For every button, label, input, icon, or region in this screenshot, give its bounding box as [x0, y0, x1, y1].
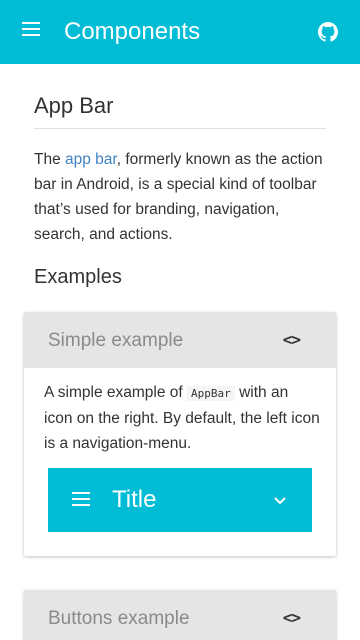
simple-example-card: Simple example <> A simple example of Ap… [24, 312, 336, 556]
app-bar: Components [0, 0, 360, 64]
intro-text-start: The [34, 151, 66, 168]
buttons-example-card: Buttons example <> [24, 590, 336, 640]
code-toggle-icon[interactable]: <> [283, 330, 301, 349]
hamburger-menu-icon[interactable] [72, 492, 92, 510]
intro-paragraph: The app bar, formerly known as the actio… [34, 147, 326, 247]
code-toggle-icon[interactable]: <> [283, 608, 301, 627]
description-text-start: A simple example of [44, 384, 188, 401]
app-bar-link[interactable]: app bar [65, 151, 117, 168]
app-bar-title: Components [64, 18, 201, 45]
demo-app-bar: Title [48, 468, 312, 532]
github-icon[interactable] [318, 22, 338, 42]
chevron-down-icon[interactable] [272, 492, 288, 508]
card-header: Buttons example <> [24, 590, 336, 640]
main-content: App Bar The app bar, formerly known as t… [34, 64, 326, 247]
card-description: A simple example of AppBar with an icon … [44, 380, 320, 456]
card-header: Simple example <> [24, 312, 336, 368]
page-title: App Bar [34, 92, 326, 129]
demo-app-bar-title: Title [112, 486, 157, 513]
examples-heading: Examples [34, 266, 122, 288]
card-title: Buttons example [48, 608, 190, 629]
card-title: Simple example [48, 330, 184, 351]
hamburger-menu-icon[interactable] [22, 22, 42, 42]
inline-code: AppBar [187, 386, 235, 401]
